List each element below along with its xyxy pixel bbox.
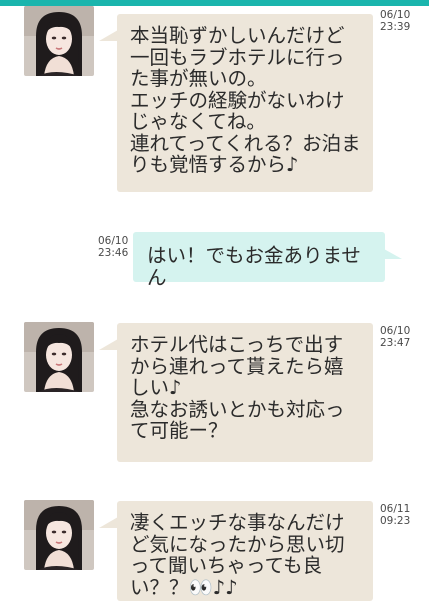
message-date: 06/10 xyxy=(380,325,411,337)
message-timestamp: 06/10 23:46 xyxy=(98,235,129,259)
avatar[interactable] xyxy=(24,322,94,392)
message-date: 06/10 xyxy=(98,235,129,247)
message-bubble[interactable]: ホテル代はこっちで出すから連れって貰えたら嬉しい♪ 急なお誘いとかも対応って可能… xyxy=(99,323,373,462)
message-timestamp: 06/10 23:47 xyxy=(380,325,411,349)
message-bubble[interactable]: はい！でもお金ありません xyxy=(133,232,402,288)
message-date: 06/10 xyxy=(380,9,411,21)
message-time: 23:39 xyxy=(380,20,411,33)
message-timestamp: 06/10 23:39 xyxy=(380,9,411,33)
avatar[interactable] xyxy=(24,500,94,570)
profile-photo-icon xyxy=(24,500,94,570)
message-time: 23:46 xyxy=(98,246,129,259)
message-bubble[interactable]: 凄くエッチな事なんだけど気になったから思い切って聞いちゃっても良い？？👀♪♪ xyxy=(99,501,373,601)
message-date: 06/11 xyxy=(380,503,411,515)
message-time: 09:23 xyxy=(380,514,411,527)
message-timestamp: 06/11 09:23 xyxy=(380,503,411,527)
message-time: 23:47 xyxy=(380,336,411,349)
message-bubble[interactable]: 本当恥ずかしいんだけど一回もラブホテルに行った事が無いの。 エッチの経験がないわ… xyxy=(99,14,373,192)
avatar[interactable] xyxy=(24,6,94,76)
profile-photo-icon xyxy=(24,6,94,76)
profile-photo-icon xyxy=(24,322,94,392)
